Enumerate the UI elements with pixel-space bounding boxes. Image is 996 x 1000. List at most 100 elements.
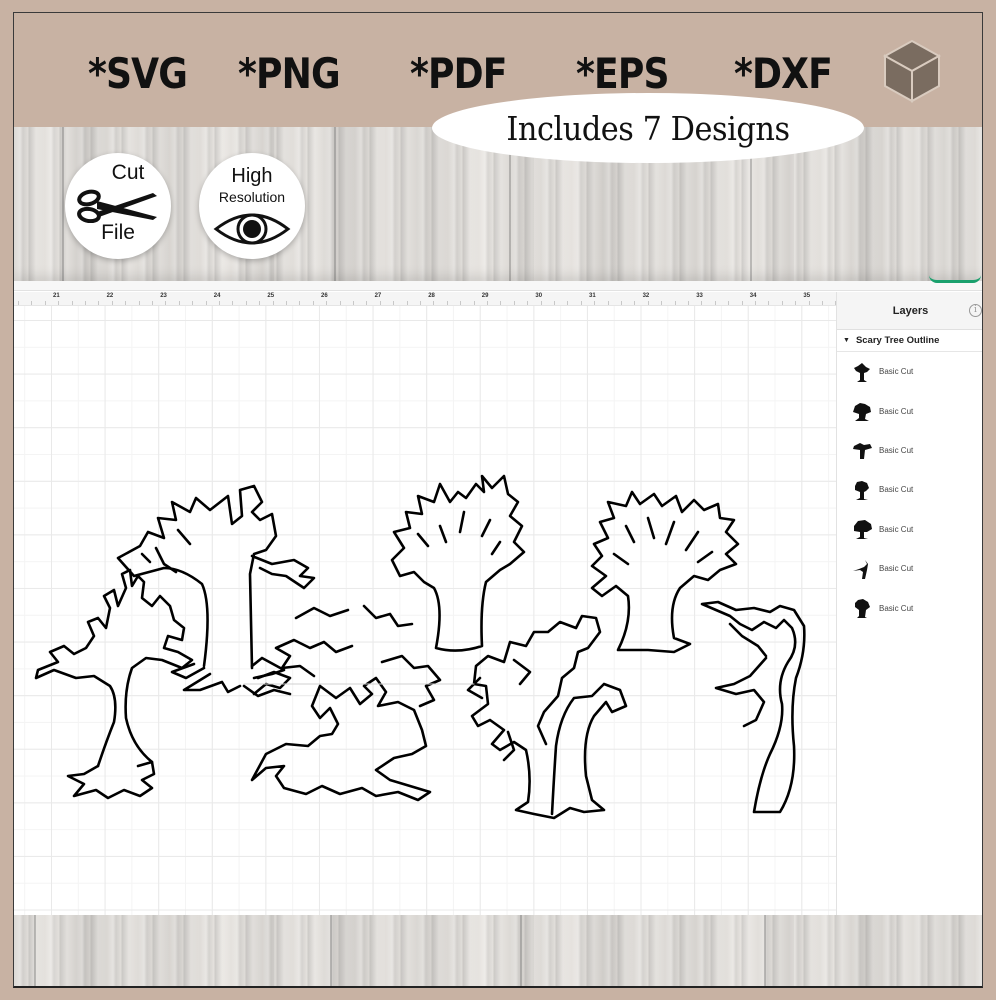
ruler-tick	[567, 301, 569, 305]
layer-item[interactable]: Basic Cut	[837, 391, 982, 430]
ruler-label: 35	[803, 293, 811, 299]
layer-item[interactable]: Basic Cut	[837, 510, 982, 549]
ruler-tick	[192, 301, 194, 305]
tree-design-5[interactable]	[250, 604, 442, 802]
ruler-tick	[286, 301, 287, 305]
ruler-tick	[822, 301, 823, 305]
layer-item-label: Basic Cut	[879, 603, 914, 613]
ruler-tick	[353, 301, 354, 305]
cut-file-label-bottom: File	[101, 221, 135, 244]
ruler-tick	[728, 301, 730, 305]
ruler-tick	[339, 301, 341, 305]
ruler-tick	[634, 301, 636, 305]
layer-group-scary-tree-outline[interactable]: ▼ Scary Tree Outline	[837, 330, 982, 352]
ruler-label: 21	[53, 293, 60, 299]
ruler-tick	[540, 301, 542, 305]
ruler-tick	[178, 301, 180, 305]
ruler-tick	[554, 301, 555, 305]
layer-item[interactable]: Basic Cut	[837, 352, 982, 391]
ruler-tick	[44, 301, 46, 305]
layers-panel: Layers i ▼ Scary Tree Outline Basic Cut B…	[836, 292, 982, 915]
layer-item[interactable]: Basic Cut	[837, 549, 982, 588]
ruler-tick	[701, 301, 703, 305]
ruler-tick	[446, 301, 448, 305]
horizontal-ruler: 21 22 23 24 25 26 27 28 29 30 31 32 33 34 35	[14, 292, 837, 306]
tree-design-4[interactable]	[34, 568, 194, 800]
wood-background-bottom	[14, 915, 982, 986]
ruler-label: 28	[428, 293, 435, 299]
ruler-tick	[580, 301, 582, 305]
ruler-tick	[379, 301, 381, 305]
designs-count-text: Includes 7 Designs	[506, 108, 790, 148]
ruler-tick	[165, 301, 167, 305]
scissors-icon	[77, 189, 157, 223]
ruler-tick	[406, 301, 408, 305]
box-cube-icon	[882, 39, 942, 103]
tree-thumbnail-icon	[853, 443, 872, 460]
ruler-label: 22	[106, 293, 114, 299]
format-svg: *SVG	[88, 49, 188, 98]
layer-group-name: Scary Tree Outline	[855, 335, 940, 346]
ruler-tick	[125, 301, 127, 305]
tree-thumbnail-icon	[853, 559, 868, 579]
ruler-tick	[460, 301, 462, 305]
ruler-label: 29	[481, 293, 489, 299]
ruler-tick	[272, 301, 274, 305]
ruler-tick	[312, 301, 314, 305]
high-res-label-bottom: Resolution	[218, 189, 286, 205]
layer-item[interactable]: Basic Cut	[837, 588, 982, 627]
tree-thumbnail-icon	[854, 362, 870, 382]
tree-design-3[interactable]	[590, 490, 740, 654]
layers-title: Layers	[892, 304, 929, 317]
ruler-tick	[205, 301, 207, 305]
ruler-tick	[245, 301, 247, 305]
ruler-tick	[688, 301, 689, 305]
ruler-label: 31	[589, 293, 596, 299]
ruler-label: 23	[160, 293, 167, 299]
ruler-tick	[527, 301, 529, 305]
ruler-tick	[71, 301, 73, 305]
ruler-tick	[299, 301, 301, 305]
layer-item-label: Basic Cut	[879, 524, 914, 534]
design-space-window: 21 22 23 24 25 26 27 28 29 30 31 32 33 34 35	[14, 280, 982, 915]
tree-design-7[interactable]	[700, 600, 806, 814]
tree-design-6[interactable]	[466, 614, 628, 820]
ruler-tick	[741, 301, 743, 305]
ruler-label: 25	[267, 293, 275, 299]
tree-thumbnail-icon	[854, 520, 872, 540]
caret-down-icon[interactable]: ▼	[843, 337, 850, 344]
make-it-button-edge[interactable]	[929, 275, 981, 283]
high-resolution-badge: High Resolution	[199, 153, 305, 259]
ruler-tick	[513, 301, 515, 305]
layer-item-label: Basic Cut	[879, 485, 914, 495]
layer-item-label: Basic Cut	[879, 564, 914, 574]
ruler-tick	[647, 301, 649, 305]
layers-panel-header: Layers i	[837, 292, 982, 330]
high-res-label-top: High	[231, 165, 273, 187]
design-canvas[interactable]	[14, 306, 836, 915]
ruler-label: 33	[696, 293, 703, 299]
ruler-tick	[795, 301, 797, 305]
ruler-tick	[594, 301, 596, 305]
ruler-tick	[433, 301, 435, 305]
layer-list: Basic Cut Basic Cut Basic Cut Basic Cut Basi…	[837, 352, 982, 628]
format-pdf: *PDF	[410, 49, 507, 98]
app-top-bar	[14, 281, 982, 291]
info-icon[interactable]: i	[969, 304, 982, 317]
product-frame: *SVG *PNG *PDF *EPS *DXF Includes 7 Desi…	[13, 12, 983, 988]
layer-item[interactable]: Basic Cut	[837, 431, 982, 470]
ruler-tick	[755, 301, 756, 305]
ruler-label: 34	[749, 293, 757, 299]
ruler-tick	[259, 301, 261, 305]
ruler-label: 27	[374, 293, 382, 299]
ruler-tick	[500, 301, 502, 305]
ruler-label: 24	[213, 293, 221, 299]
ruler-tick	[420, 301, 421, 305]
ruler-tick	[31, 301, 33, 305]
layer-item[interactable]: Basic Cut	[837, 470, 982, 509]
ruler-tick	[219, 301, 220, 305]
ruler-tick	[85, 301, 86, 305]
ruler-tick	[111, 301, 113, 305]
designs-count-banner: Includes 7 Designs	[432, 93, 864, 163]
format-png: *PNG	[238, 49, 341, 98]
